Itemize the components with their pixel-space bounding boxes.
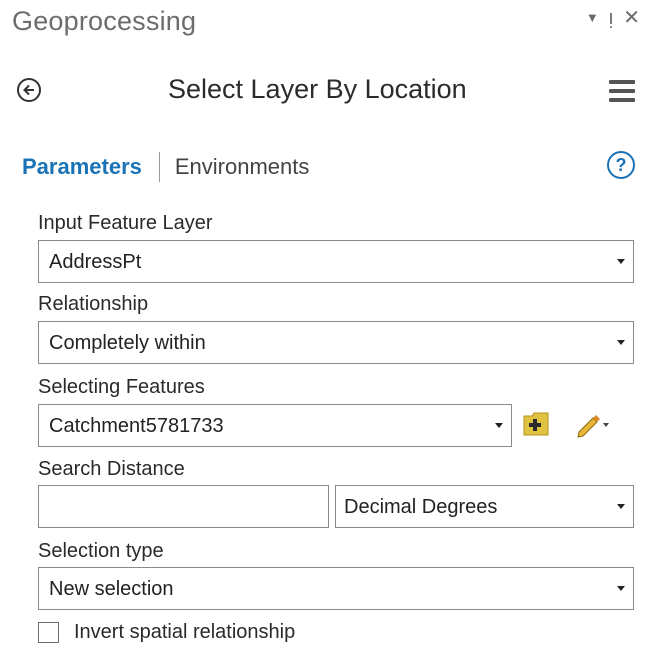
relationship-label: Relationship bbox=[38, 293, 149, 315]
tool-tabs: Parameters Environments bbox=[22, 150, 309, 184]
tab-divider bbox=[158, 152, 160, 182]
selecting-features-value: Catchment5781733 bbox=[49, 415, 224, 437]
relationship-value: Completely within bbox=[49, 332, 206, 354]
relationship-dropdown[interactable]: Completely within bbox=[38, 321, 634, 364]
chevron-down-icon bbox=[617, 586, 625, 591]
input-feature-layer-label: Input Feature Layer bbox=[38, 212, 213, 234]
selecting-features-dropdown[interactable]: Catchment5781733 bbox=[38, 404, 512, 447]
tab-environments[interactable]: Environments bbox=[175, 154, 310, 180]
back-arrow-icon[interactable] bbox=[17, 78, 41, 102]
chevron-down-icon bbox=[617, 340, 625, 345]
add-data-icon[interactable] bbox=[522, 410, 552, 438]
selecting-features-label: Selecting Features bbox=[38, 376, 205, 398]
chevron-down-icon bbox=[617, 259, 625, 264]
search-distance-unit-value: Decimal Degrees bbox=[344, 496, 498, 518]
chevron-down-icon bbox=[617, 504, 625, 509]
tool-title: Select Layer By Location bbox=[168, 74, 467, 104]
close-icon[interactable]: ✕ bbox=[623, 6, 640, 30]
tab-parameters[interactable]: Parameters bbox=[22, 154, 142, 180]
pane-options-dropdown-icon[interactable]: ▼ bbox=[586, 6, 599, 30]
invert-spatial-relationship-label: Invert spatial relationship bbox=[74, 621, 296, 643]
help-icon[interactable]: ? bbox=[607, 151, 635, 179]
hamburger-menu-icon[interactable] bbox=[609, 80, 635, 102]
pane-title: Geoprocessing bbox=[12, 6, 197, 36]
pane-window-controls: ▼ ᴉ ✕ bbox=[586, 6, 640, 30]
input-feature-layer-value: AddressPt bbox=[49, 251, 142, 273]
search-distance-input[interactable] bbox=[38, 485, 329, 528]
chevron-down-icon bbox=[495, 423, 503, 428]
search-distance-unit-dropdown[interactable]: Decimal Degrees bbox=[335, 485, 634, 528]
pin-icon[interactable]: ᴉ bbox=[609, 6, 613, 30]
input-feature-layer-dropdown[interactable]: AddressPt bbox=[38, 240, 634, 283]
pane-titlebar: Geoprocessing ▼ ᴉ ✕ bbox=[0, 0, 650, 50]
selection-type-value: New selection bbox=[49, 578, 174, 600]
invert-spatial-relationship-checkbox[interactable] bbox=[38, 622, 59, 643]
tool-header: Select Layer By Location bbox=[0, 70, 650, 116]
search-distance-label: Search Distance bbox=[38, 458, 185, 480]
selection-type-label: Selection type bbox=[38, 540, 164, 562]
pencil-icon[interactable] bbox=[575, 410, 611, 438]
selection-type-dropdown[interactable]: New selection bbox=[38, 567, 634, 610]
